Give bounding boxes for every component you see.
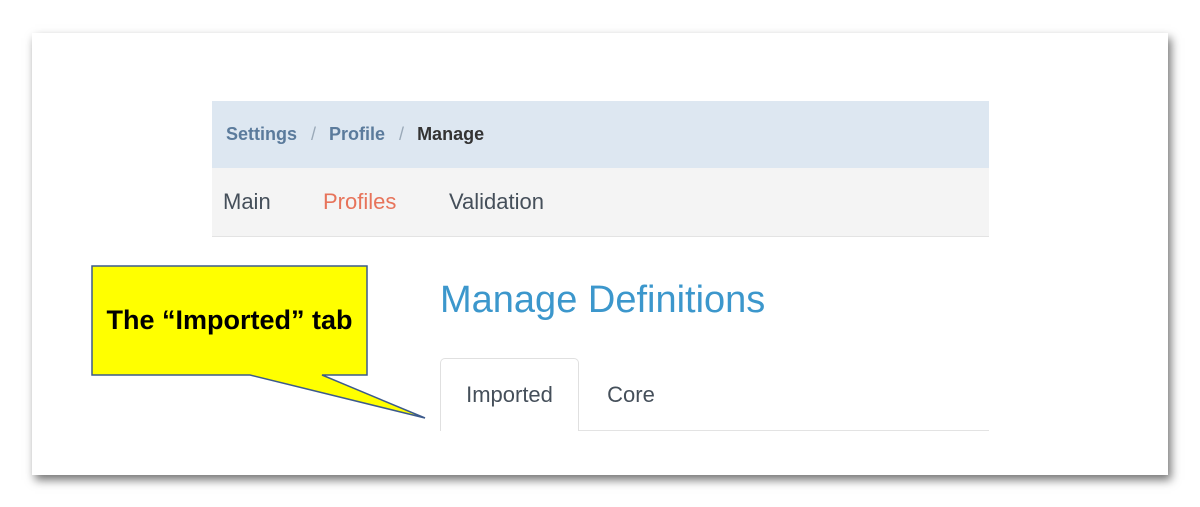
page-title: Manage Definitions [440,279,766,321]
breadcrumb-profile-link[interactable]: Profile [329,124,385,145]
breadcrumb-current: Manage [417,124,485,144]
breadcrumb-settings-link[interactable]: Settings [226,124,297,145]
breadcrumb-separator: / [399,124,405,144]
breadcrumb-separator: / [311,124,317,144]
callout-label: The “Imported” tab [106,305,353,335]
nav-item-validation[interactable]: Validation [449,189,544,215]
definition-tabs: Imported Core [439,358,989,431]
nav-item-main[interactable]: Main [223,189,271,215]
nav-item-profiles[interactable]: Profiles [323,189,396,215]
tab-imported[interactable]: Imported [440,358,579,431]
tab-core[interactable]: Core [589,358,673,431]
breadcrumb: Settings / Profile / Manage [212,101,989,168]
top-nav: Main Profiles Validation [212,168,989,237]
